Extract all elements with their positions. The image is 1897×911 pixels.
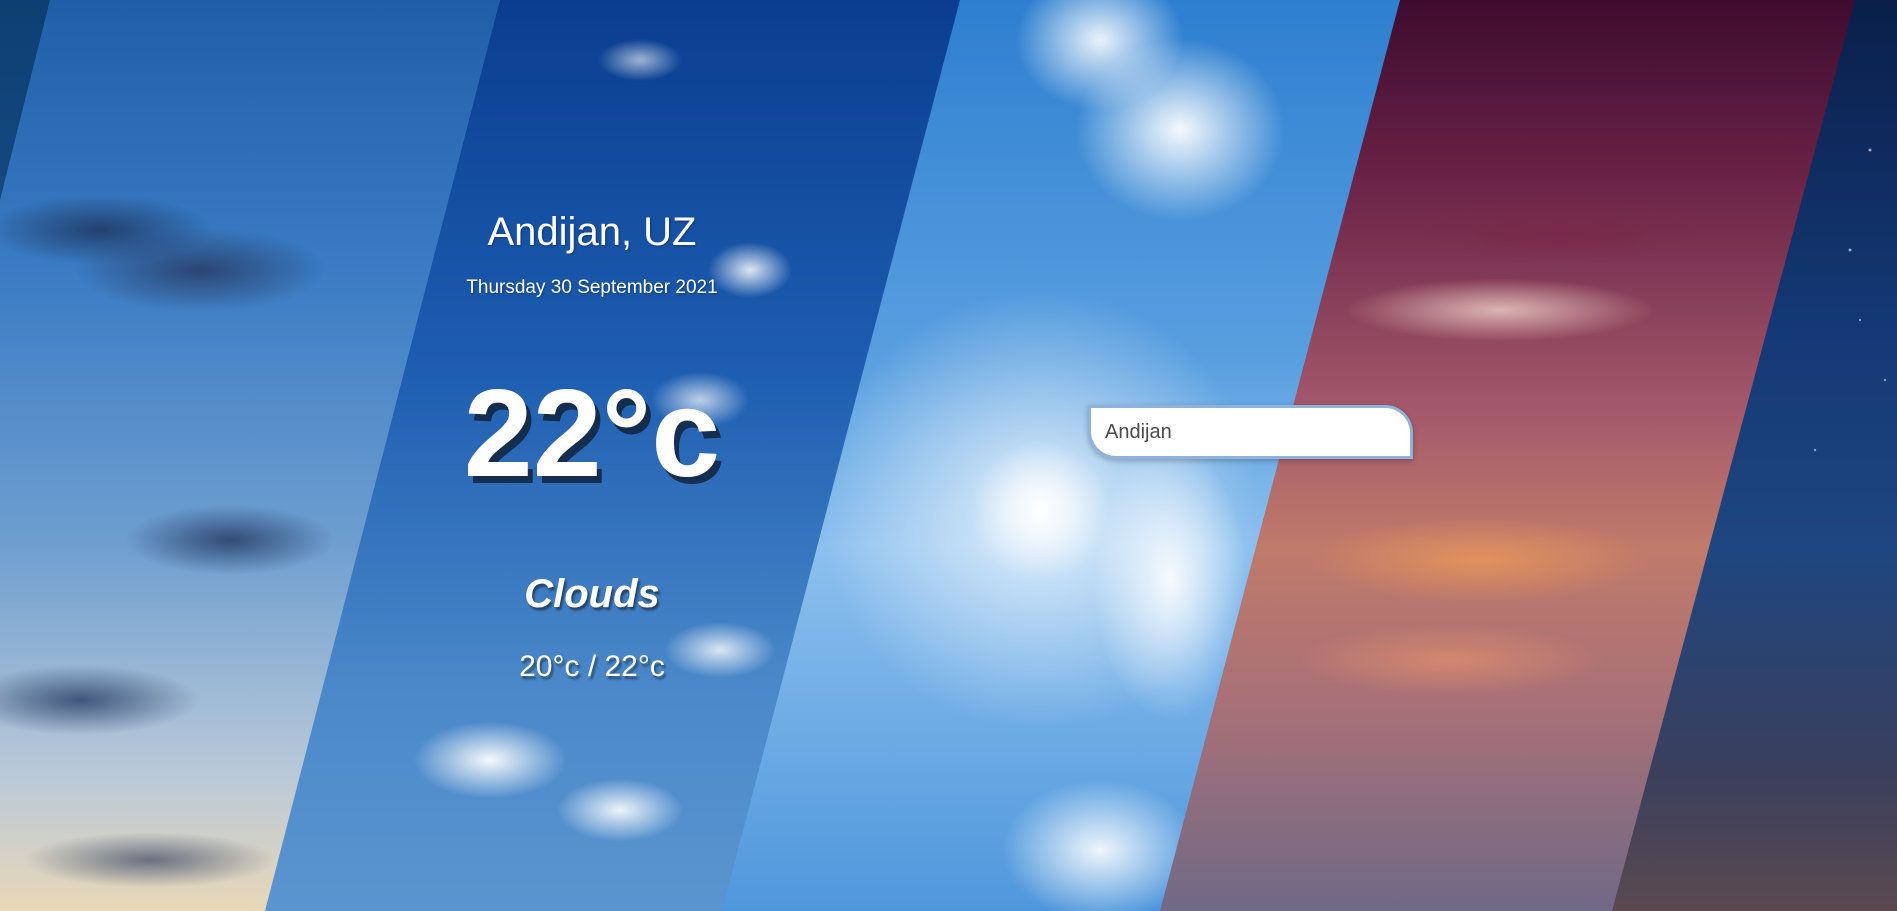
current-temperature: 22°c (463, 365, 721, 503)
location-title: Andijan, UZ (487, 210, 697, 254)
city-search-input[interactable] (1088, 405, 1413, 459)
app-background: Andijan, UZ Thursday 30 September 2021 2… (0, 0, 1897, 911)
crescent-moon-icon (78, 94, 170, 184)
date-label: Thursday 30 September 2021 (466, 277, 718, 298)
weather-condition: Clouds (524, 572, 660, 616)
temperature-range: 20°c / 22°c (519, 650, 665, 683)
